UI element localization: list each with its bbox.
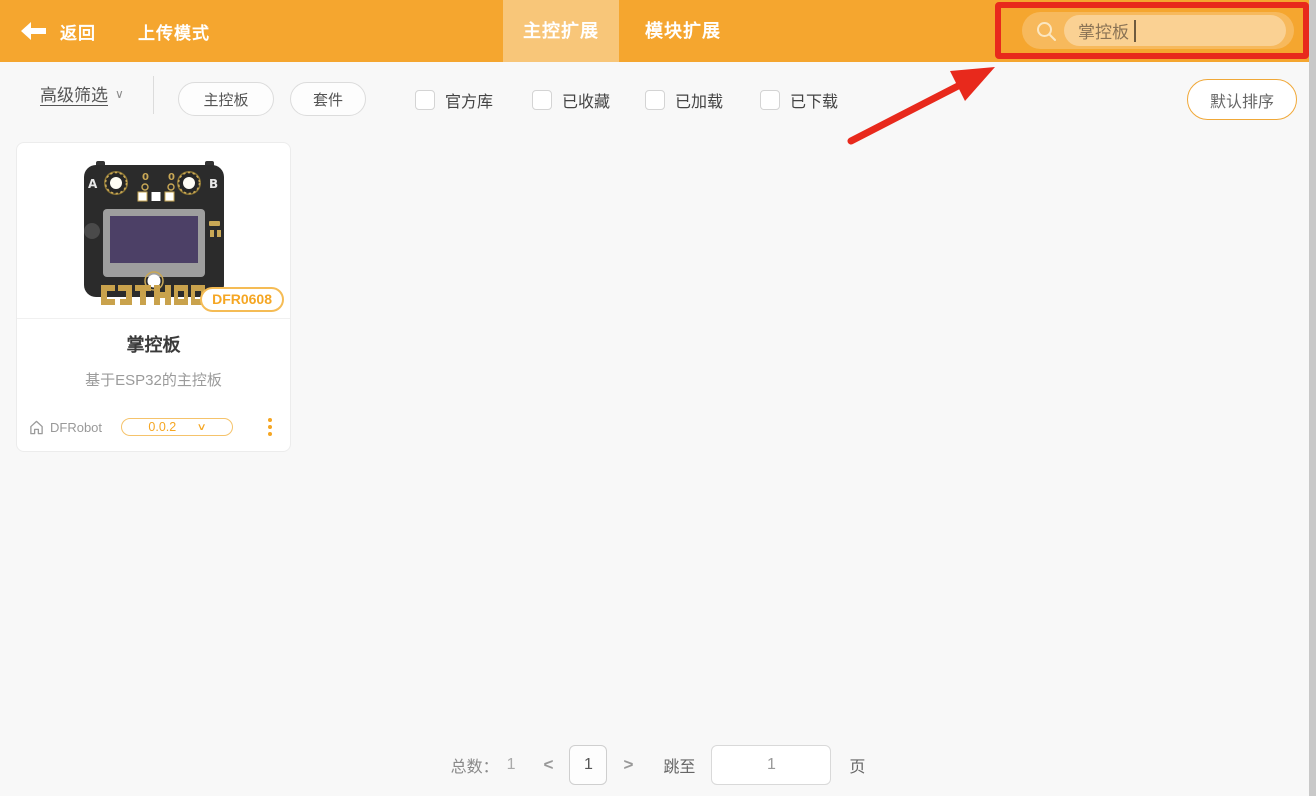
version-value: 0.0.2 (148, 420, 177, 434)
filter-bar: 高级筛选 ∨ 主控板 套件 官方库 已收藏 已加载 已下载 默认排序 (0, 62, 1316, 124)
upload-mode-button[interactable]: 上传模式 (138, 19, 210, 44)
chevron-down-icon: ∨ (115, 86, 124, 101)
total-count: 1 (506, 756, 516, 773)
jump-to-label: 跳至 (663, 759, 696, 776)
svg-text:A: A (88, 177, 98, 191)
svg-text:B: B (209, 177, 218, 191)
board-image: A B 0 0 (84, 161, 224, 305)
header: 返回 上传模式 主控扩展 模块扩展 (0, 0, 1316, 62)
current-page-button[interactable]: 1 (569, 745, 608, 785)
advanced-filter-label: 高级筛选 (40, 86, 108, 105)
default-sort-button[interactable]: 默认排序 (1187, 79, 1297, 120)
back-button[interactable]: 返回 (20, 19, 96, 44)
checkbox-icon (760, 90, 780, 110)
checkbox-downloaded[interactable]: 已下载 (760, 88, 838, 112)
category-pill-mainboard[interactable]: 主控板 (178, 82, 274, 116)
svg-text:0: 0 (168, 172, 175, 183)
advanced-filter-button[interactable]: 高级筛选 ∨ (40, 81, 124, 106)
card-image-area: A B 0 0 DFR0608 (17, 143, 290, 319)
tab-mainboard-extensions[interactable]: 主控扩展 (503, 0, 619, 62)
scrollbar[interactable] (1309, 0, 1316, 796)
checkbox-official-library[interactable]: 官方库 (415, 88, 493, 112)
checkbox-icon (415, 90, 435, 110)
jump-page-input[interactable] (711, 745, 832, 785)
checkbox-favorited[interactable]: 已收藏 (532, 88, 610, 112)
checkbox-icon (645, 90, 665, 110)
vendor: DFRobot (29, 420, 102, 435)
divider (153, 76, 154, 114)
vendor-name: DFRobot (50, 419, 103, 435)
total-label: 总数： (450, 759, 499, 776)
tab-bar: 主控扩展 模块扩展 (503, 0, 741, 62)
back-label: 返回 (60, 23, 96, 43)
card-subtitle: 基于ESP32的主控板 (85, 372, 222, 389)
back-icon (21, 22, 46, 40)
search-input[interactable] (1064, 15, 1286, 46)
text-caret (1134, 20, 1136, 42)
svg-text:0: 0 (142, 172, 149, 183)
extension-card[interactable]: A B 0 0 DFR0608 掌控板 基于ESP32的主控板 DFRobot … (16, 142, 291, 452)
next-page-button[interactable]: > (623, 755, 633, 775)
home-icon (30, 420, 43, 434)
version-dropdown[interactable]: 0.0.2 ∨ (121, 418, 233, 436)
category-pill-kit[interactable]: 套件 (290, 82, 366, 116)
prev-page-button[interactable]: < (544, 755, 554, 775)
checkbox-label: 已下载 (790, 94, 839, 111)
checkbox-icon (532, 90, 552, 110)
checkbox-label: 官方库 (445, 94, 494, 111)
chevron-down-icon: ∨ (196, 421, 208, 433)
tab-module-extensions[interactable]: 模块扩展 (625, 0, 741, 62)
pagination: 总数： 1 < 1 > 跳至 页 (0, 744, 1316, 786)
checkbox-label: 已加载 (675, 94, 724, 111)
sku-badge: DFR0608 (200, 287, 284, 312)
checkbox-label: 已收藏 (562, 94, 611, 111)
search-bar[interactable] (1022, 12, 1294, 49)
card-footer: DFRobot 0.0.2 ∨ (17, 415, 290, 439)
page-unit-label: 页 (849, 759, 866, 776)
card-title: 掌控板 (126, 335, 181, 355)
checkbox-loaded[interactable]: 已加载 (645, 88, 723, 112)
search-icon (1037, 21, 1056, 41)
kebab-menu-icon[interactable] (264, 415, 276, 439)
